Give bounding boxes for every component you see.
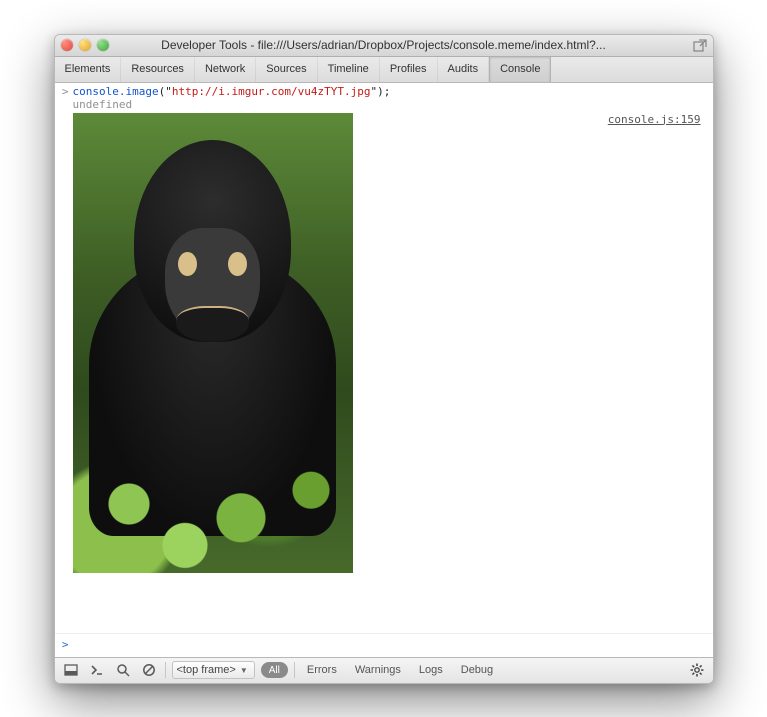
- filter-warnings[interactable]: Warnings: [349, 664, 407, 676]
- code-close: ");: [371, 85, 391, 98]
- separator: [294, 662, 295, 678]
- tab-console[interactable]: Console: [489, 57, 551, 82]
- drawer-icon: [64, 664, 78, 676]
- clear-icon: [142, 663, 156, 677]
- console-code: console.image("http://i.imgur.com/vu4zTY…: [73, 85, 709, 98]
- tab-profiles[interactable]: Profiles: [380, 57, 438, 82]
- drawer-toggle-button[interactable]: [61, 661, 81, 679]
- clear-console-button[interactable]: [139, 661, 159, 679]
- console-input[interactable]: [73, 638, 709, 651]
- console-panel: > console.image("http://i.imgur.com/vu4z…: [55, 83, 713, 657]
- close-window-button[interactable]: [61, 39, 73, 51]
- chevron-down-icon: ▼: [240, 666, 248, 675]
- frame-label: <top frame>: [177, 664, 236, 676]
- console-return-value: undefined: [55, 98, 713, 111]
- gear-icon: [690, 663, 704, 677]
- tab-audits[interactable]: Audits: [438, 57, 490, 82]
- code-open: (": [159, 85, 172, 98]
- console-image-output: [73, 113, 353, 573]
- image-shape: [73, 435, 353, 573]
- prompt-marker: >: [59, 638, 73, 651]
- window-title: Developer Tools - file:///Users/adrian/D…: [55, 38, 713, 52]
- traffic-lights: [61, 39, 109, 51]
- console-input-echo: > console.image("http://i.imgur.com/vu4z…: [55, 83, 713, 98]
- status-bar: <top frame> ▼ All Errors Warnings Logs D…: [55, 657, 713, 683]
- console-prompt-icon: [90, 664, 104, 676]
- tab-network[interactable]: Network: [195, 57, 256, 82]
- minimize-window-button[interactable]: [79, 39, 91, 51]
- filter-debug[interactable]: Debug: [455, 664, 499, 676]
- settings-button[interactable]: [687, 661, 707, 679]
- console-output-row: console.js:159: [55, 111, 713, 575]
- console-prompt-row: >: [55, 633, 713, 657]
- tab-sources[interactable]: Sources: [256, 57, 317, 82]
- filter-all-pill[interactable]: All: [261, 662, 288, 678]
- tab-elements[interactable]: Elements: [55, 57, 122, 82]
- tab-timeline[interactable]: Timeline: [318, 57, 380, 82]
- separator: [165, 662, 166, 678]
- code-string: http://i.imgur.com/vu4zTYT.jpg: [172, 85, 371, 98]
- frame-selector[interactable]: <top frame> ▼: [172, 661, 255, 679]
- tab-bar: Elements Resources Network Sources Timel…: [55, 57, 713, 83]
- devtools-window: Developer Tools - file:///Users/adrian/D…: [54, 34, 714, 684]
- prompt-marker: >: [59, 85, 73, 98]
- code-fn: console.image: [73, 85, 159, 98]
- console-toggle-button[interactable]: [87, 661, 107, 679]
- zoom-window-button[interactable]: [97, 39, 109, 51]
- source-link[interactable]: console.js:159: [608, 113, 709, 126]
- search-icon: [116, 663, 130, 677]
- tab-resources[interactable]: Resources: [121, 57, 195, 82]
- filter-errors[interactable]: Errors: [301, 664, 343, 676]
- search-button[interactable]: [113, 661, 133, 679]
- popout-icon[interactable]: [693, 39, 707, 53]
- filter-logs[interactable]: Logs: [413, 664, 449, 676]
- titlebar: Developer Tools - file:///Users/adrian/D…: [55, 35, 713, 57]
